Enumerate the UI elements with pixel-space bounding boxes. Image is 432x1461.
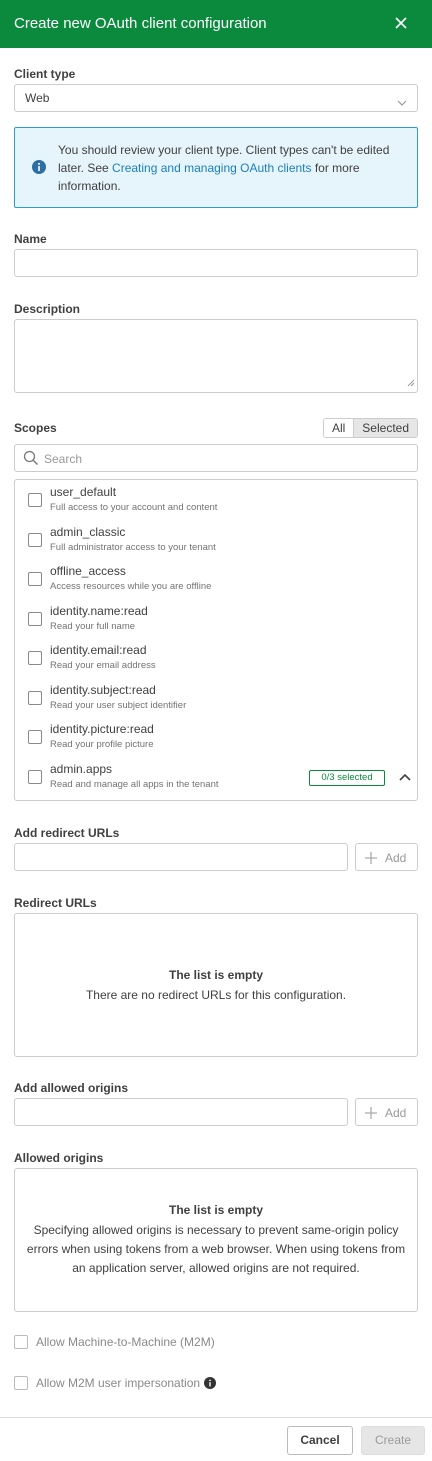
dialog-title: Create new OAuth client configuration [14,15,267,32]
name-label: Name [14,232,47,246]
scope-description: Read your full name [50,621,136,632]
scope-item-user-default[interactable]: user_default Full access to your account… [15,480,417,520]
description-textarea[interactable] [14,319,418,393]
scope-item-identity-email-read[interactable]: identity.email:read Read your email addr… [15,638,417,678]
scope-checkbox[interactable] [28,572,42,586]
plus-icon [365,852,377,867]
search-placeholder: Search [44,452,83,466]
redirect-url-input[interactable] [14,843,348,871]
oauth-clients-link[interactable]: Creating and managing OAuth clients [112,161,311,175]
scope-description: Full access to your account and content [50,502,218,513]
add-origins-label: Add allowed origins [14,1081,129,1095]
redirect-urls-label: Redirect URLs [14,896,97,910]
create-button[interactable]: Create [361,1426,425,1455]
scope-description: Read and manage all apps in the tenant [50,779,219,790]
search-icon [23,450,39,469]
m2m-impersonation-checkbox[interactable] [14,1376,28,1390]
empty-text: Specifying allowed origins is necessary … [26,1223,406,1275]
close-icon[interactable] [390,12,412,34]
info-icon[interactable] [204,1377,216,1392]
scope-description: Read your user subject identifier [50,700,187,711]
empty-title: The list is empty [168,968,264,982]
m2m-label: Allow Machine-to-Machine (M2M) [36,1335,215,1349]
scope-item-admin-classic[interactable]: admin_classic Full administrator access … [15,520,417,560]
scope-description: Read your profile picture [50,739,154,750]
scope-name: identity.picture:read [50,722,154,736]
resize-grip-icon[interactable] [407,375,415,390]
scope-checkbox[interactable] [28,493,42,507]
chevron-down-icon [397,94,407,109]
name-input[interactable] [14,249,418,277]
allowed-origins-list: The list is empty Specifying allowed ori… [14,1168,418,1312]
client-type-label: Client type [14,67,76,81]
scope-list: user_default Full access to your account… [14,479,418,801]
dialog-header: Create new OAuth client configuration [0,0,432,48]
scope-name: admin_classic [50,525,126,539]
scope-name: user_default [50,485,117,499]
scopes-label: Scopes [14,421,57,435]
empty-text: There are no redirect URLs for this conf… [85,988,347,1002]
scope-name: identity.email:read [50,643,147,657]
info-banner: You should review your client type. Clie… [14,127,418,208]
add-redirect-label: Add redirect URLs [14,826,120,840]
scope-checkbox[interactable] [28,730,42,744]
toggle-all-button[interactable]: All [323,419,355,437]
scope-item-offline-access[interactable]: offline_access Access resources while yo… [15,559,417,599]
m2m-checkbox[interactable] [14,1335,28,1349]
info-icon [32,160,46,177]
scope-item-identity-name-read[interactable]: identity.name:read Read your full name [15,599,417,639]
scope-checkbox[interactable] [28,533,42,547]
scope-name: admin.apps [50,762,113,776]
scope-filter-toggle: All Selected [322,418,418,438]
description-label: Description [14,302,81,316]
chevron-up-icon[interactable] [399,769,411,784]
scope-item-identity-subject-read[interactable]: identity.subject:read Read your user sub… [15,678,417,718]
scope-checkbox[interactable] [28,651,42,665]
toggle-selected-button[interactable]: Selected [354,419,417,437]
redirect-urls-list: The list is empty There are no redirect … [14,913,418,1057]
add-redirect-button[interactable]: Add [355,843,418,871]
cancel-button[interactable]: Cancel [287,1426,353,1455]
empty-title: The list is empty [168,1203,264,1217]
scope-description: Read your email address [50,660,156,671]
scope-name: identity.subject:read [50,683,156,697]
scope-description: Full administrator access to your tenant [50,542,216,553]
scope-name: identity.name:read [50,604,148,618]
plus-icon [365,1107,377,1122]
client-type-value: Web [25,91,50,105]
scope-search-input[interactable]: Search [14,444,418,472]
info-text: You should review your client type. Clie… [58,143,390,193]
allowed-origins-label: Allowed origins [14,1151,104,1165]
m2m-impersonation-label: Allow M2M user impersonation [36,1376,201,1390]
selected-count-badge: 0/3 selected [309,770,385,786]
add-origin-button[interactable]: Add [355,1098,418,1126]
origin-input[interactable] [14,1098,348,1126]
scope-name: offline_access [50,564,126,578]
client-type-select[interactable]: Web [14,84,418,112]
scope-checkbox[interactable] [28,691,42,705]
scope-description: Access resources while you are offline [50,581,212,592]
scope-checkbox[interactable] [28,770,42,784]
dialog-footer: Cancel Create [0,1417,432,1461]
scope-item-identity-picture-read[interactable]: identity.picture:read Read your profile … [15,717,417,757]
scope-checkbox[interactable] [28,612,42,626]
scope-item-admin-apps[interactable]: admin.apps Read and manage all apps in t… [15,757,417,797]
